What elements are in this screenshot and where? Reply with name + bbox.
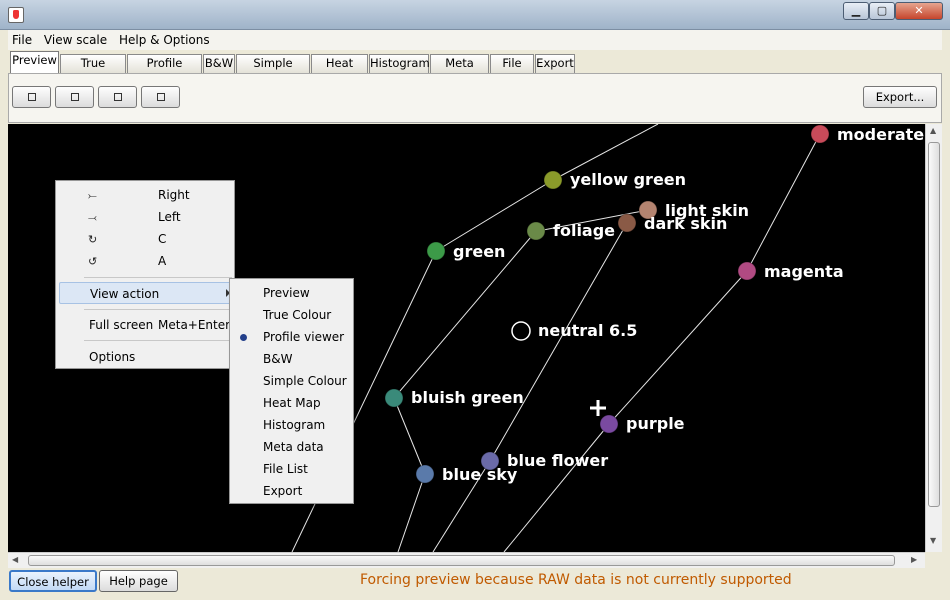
chart-point-green xyxy=(426,241,446,261)
tab-profile-viewer[interactable]: Profile viewer xyxy=(127,54,202,87)
submenu-item-true-colour[interactable]: True Colour xyxy=(263,308,331,322)
menu-item-left[interactable]: Left xyxy=(158,210,181,224)
horizontal-scrollbar[interactable]: ◀ ▶ xyxy=(8,552,925,568)
tool-button-4[interactable] xyxy=(141,86,180,108)
chart-point-moderate xyxy=(810,124,830,144)
chart-point-label: bluish green xyxy=(411,388,524,407)
chart-point-label: blue sky xyxy=(442,465,518,484)
menu-view-scale[interactable]: View scale xyxy=(40,30,111,50)
rotate-a-icon: ↺ xyxy=(88,255,98,268)
context-menu: ⤚ Right ⤙ Left ↻ C ↺ A View action Full … xyxy=(55,180,235,369)
submenu-item-profile-viewer[interactable]: Profile viewer xyxy=(263,330,344,344)
scroll-down-icon[interactable]: ▼ xyxy=(930,536,936,545)
status-message: Forcing preview because RAW data is not … xyxy=(360,572,792,588)
chart-point-magenta xyxy=(737,261,757,281)
full-screen-shortcut: Meta+Enter xyxy=(158,318,231,332)
close-helper-button[interactable]: Close helper xyxy=(9,570,97,592)
square-icon xyxy=(114,93,122,101)
tab-export[interactable]: Export xyxy=(535,54,575,73)
menu-item-a[interactable]: A xyxy=(158,254,166,268)
horizontal-scroll-thumb[interactable] xyxy=(28,555,895,566)
tab-heat-map[interactable]: Heat Map xyxy=(311,54,368,87)
menu-item-c[interactable]: C xyxy=(158,232,166,246)
tool-button-1[interactable] xyxy=(12,86,51,108)
menu-item-right[interactable]: Right xyxy=(158,188,190,202)
export-button[interactable]: Export... xyxy=(863,86,937,108)
chart-point-yellow-green xyxy=(543,170,563,190)
rotate-right-icon: ⤚ xyxy=(88,189,97,202)
toolbar: Export... xyxy=(8,73,942,123)
chart-point-label: green xyxy=(453,242,505,261)
submenu-item-histogram[interactable]: Histogram xyxy=(263,418,325,432)
title-bar: ▁ ▢ ✕ xyxy=(0,0,950,30)
chart-point-label: foliage xyxy=(553,221,615,240)
connector-line xyxy=(746,133,821,272)
tab-true-colour[interactable]: True Colour xyxy=(60,54,126,87)
tab-file-list[interactable]: File List xyxy=(490,54,534,87)
submenu-item-meta-data[interactable]: Meta data xyxy=(263,440,324,454)
chart-point-label: yellow green xyxy=(570,170,686,189)
chart-point-label: moderate xyxy=(837,125,924,144)
tab-simple-colour[interactable]: Simple Colour xyxy=(236,54,310,87)
java-app-icon xyxy=(8,7,24,23)
radio-selected-icon xyxy=(240,334,247,341)
submenu-item-bw[interactable]: B&W xyxy=(263,352,292,366)
menu-bar: File View scale Help & Options xyxy=(8,30,942,50)
scroll-left-icon[interactable]: ◀ xyxy=(12,555,18,564)
submenu-item-simple-colour[interactable]: Simple Colour xyxy=(263,374,347,388)
tool-button-2[interactable] xyxy=(55,86,94,108)
submenu-item-preview[interactable]: Preview xyxy=(263,286,310,300)
help-page-button[interactable]: Help page xyxy=(99,570,178,592)
vertical-scrollbar[interactable]: ▲ ▼ xyxy=(925,124,942,552)
menu-item-full-screen[interactable]: Full screen xyxy=(89,318,153,332)
chart-point-bluish-green xyxy=(384,388,404,408)
tab-bar: Preview True Colour Profile viewer B&W S… xyxy=(8,51,942,87)
chart-point-neutral-65 xyxy=(511,321,531,341)
view-action-label: View action xyxy=(90,287,160,301)
square-icon xyxy=(71,93,79,101)
menu-separator xyxy=(84,340,232,341)
submenu-item-heat-map[interactable]: Heat Map xyxy=(263,396,321,410)
menu-item-view-action[interactable]: View action xyxy=(59,282,231,304)
vertical-scroll-thumb[interactable] xyxy=(928,142,940,507)
chart-point-label: magenta xyxy=(764,262,844,281)
menu-file[interactable]: File xyxy=(8,30,36,50)
square-icon xyxy=(157,93,165,101)
tab-preview[interactable]: Preview xyxy=(10,51,59,73)
menu-item-options[interactable]: Options xyxy=(89,350,135,364)
rotate-c-icon: ↻ xyxy=(88,233,98,246)
tool-button-3[interactable] xyxy=(98,86,137,108)
scroll-up-icon[interactable]: ▲ xyxy=(930,126,936,135)
connector-line xyxy=(393,397,426,475)
connector-line xyxy=(503,423,610,552)
scroll-right-icon[interactable]: ▶ xyxy=(911,555,917,564)
chart-point-label: neutral 6.5 xyxy=(538,321,637,340)
menu-separator xyxy=(84,277,232,278)
tab-bw[interactable]: B&W xyxy=(203,54,235,73)
tab-histogram[interactable]: Histogram xyxy=(369,54,430,73)
chart-point-label: blue flower xyxy=(507,451,608,470)
maximize-button[interactable]: ▢ xyxy=(869,2,895,20)
menu-help-options[interactable]: Help & Options xyxy=(115,30,214,50)
bottom-bar: Close helper Help page Forcing preview b… xyxy=(0,568,950,600)
chart-point-purple xyxy=(599,414,619,434)
minimize-button[interactable]: ▁ xyxy=(843,2,869,20)
chart-point-label: dark skin xyxy=(644,214,727,233)
menu-separator xyxy=(84,309,232,310)
rotate-left-icon: ⤙ xyxy=(88,211,97,224)
tab-meta-data[interactable]: Meta data xyxy=(430,54,489,87)
chart-point-dark-skin xyxy=(617,213,637,233)
connector-line xyxy=(608,270,748,425)
submenu-item-export[interactable]: Export xyxy=(263,484,302,498)
connector-line xyxy=(397,473,426,552)
square-icon xyxy=(28,93,36,101)
close-button[interactable]: ✕ xyxy=(895,2,943,20)
submenu-item-file-list[interactable]: File List xyxy=(263,462,308,476)
view-action-submenu: Preview True Colour Profile viewer B&W S… xyxy=(229,278,354,504)
chart-point-blue-sky xyxy=(415,464,435,484)
chart-point-foliage xyxy=(526,221,546,241)
move-cursor-icon xyxy=(590,400,606,416)
chart-point-label: purple xyxy=(626,414,685,433)
